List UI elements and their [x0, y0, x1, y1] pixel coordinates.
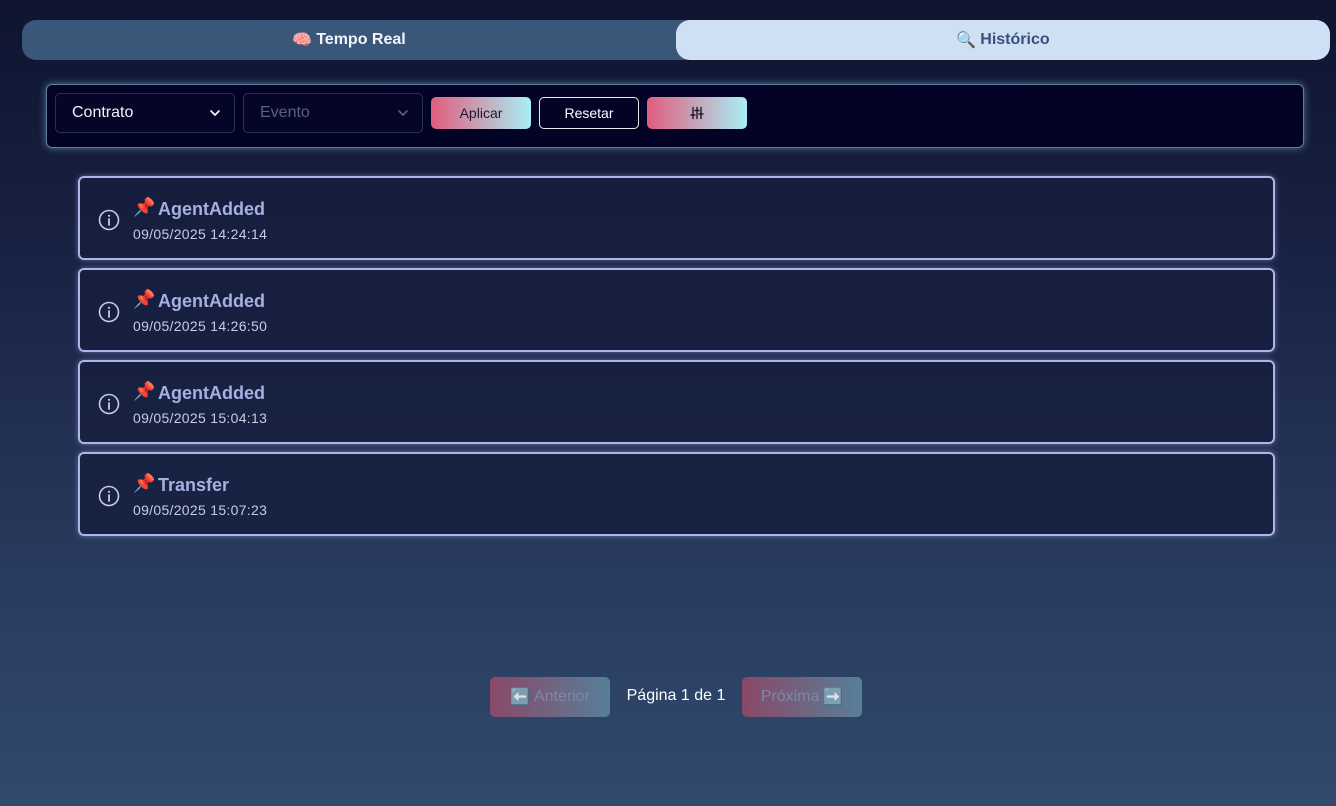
- event-card[interactable]: 📌 AgentAdded 09/05/2025 14:26:50: [78, 268, 1275, 352]
- arrow-left-icon: ⬅️: [510, 689, 530, 706]
- event-name: AgentAdded: [158, 291, 265, 311]
- event-list: 📌 AgentAdded 09/05/2025 14:24:14 📌 Agent…: [78, 176, 1275, 544]
- pushpin-icon: 📌: [133, 289, 156, 309]
- event-name: AgentAdded: [158, 383, 265, 403]
- chevron-down-icon: [210, 110, 220, 116]
- event-select[interactable]: Evento: [243, 93, 423, 133]
- previous-page-label: Anterior: [533, 688, 590, 705]
- pagination: ⬅️ Anterior Página 1 de 1 Próxima ➡️: [0, 677, 1336, 717]
- event-card[interactable]: 📌 AgentAdded 09/05/2025 14:24:14: [78, 176, 1275, 260]
- event-card[interactable]: 📌 Transfer 09/05/2025 15:07:23: [78, 452, 1275, 536]
- next-page-label: Próxima: [760, 688, 820, 705]
- event-name: Transfer: [158, 475, 230, 495]
- event-select-placeholder: Evento: [260, 104, 310, 121]
- sliders-icon: [690, 106, 704, 120]
- advanced-filters-button[interactable]: [647, 97, 747, 129]
- page-indicator: Página 1 de 1: [626, 687, 726, 704]
- apply-button[interactable]: Aplicar: [431, 97, 531, 129]
- tab-tempo-real-label: Tempo Real: [316, 31, 406, 48]
- reset-button-label: Resetar: [564, 105, 614, 121]
- tab-historico[interactable]: 🔍 Histórico: [676, 20, 1330, 60]
- arrow-right-icon: ➡️: [823, 689, 844, 706]
- pushpin-icon: 📌: [133, 381, 156, 401]
- filter-bar: Contrato Evento Aplicar Resetar: [46, 84, 1304, 148]
- tab-tempo-real[interactable]: 🧠 Tempo Real: [22, 20, 676, 60]
- event-name: AgentAdded: [158, 199, 265, 219]
- event-timestamp: 09/05/2025 14:24:14: [133, 226, 268, 242]
- view-tabs: 🧠 Tempo Real 🔍 Histórico: [22, 20, 1330, 60]
- apply-button-label: Aplicar: [459, 105, 503, 121]
- tab-historico-label: Histórico: [980, 31, 1050, 48]
- chevron-down-icon: [398, 110, 408, 116]
- event-card[interactable]: 📌 AgentAdded 09/05/2025 15:04:13: [78, 360, 1275, 444]
- pushpin-icon: 📌: [133, 197, 156, 217]
- contract-select-value: Contrato: [72, 104, 134, 121]
- previous-page-button[interactable]: ⬅️ Anterior: [490, 677, 610, 717]
- event-timestamp: 09/05/2025 15:07:23: [133, 502, 268, 518]
- contract-select[interactable]: Contrato: [55, 93, 235, 133]
- magnifier-icon: 🔍: [956, 32, 977, 49]
- info-icon[interactable]: [98, 393, 120, 415]
- brain-icon: 🧠: [292, 32, 313, 49]
- reset-button[interactable]: Resetar: [539, 97, 639, 129]
- event-timestamp: 09/05/2025 15:04:13: [133, 410, 268, 426]
- info-icon[interactable]: [98, 301, 120, 323]
- pushpin-icon: 📌: [133, 473, 156, 493]
- info-icon[interactable]: [98, 485, 120, 507]
- info-icon[interactable]: [98, 209, 120, 231]
- event-timestamp: 09/05/2025 14:26:50: [133, 318, 268, 334]
- next-page-button[interactable]: Próxima ➡️: [742, 677, 862, 717]
